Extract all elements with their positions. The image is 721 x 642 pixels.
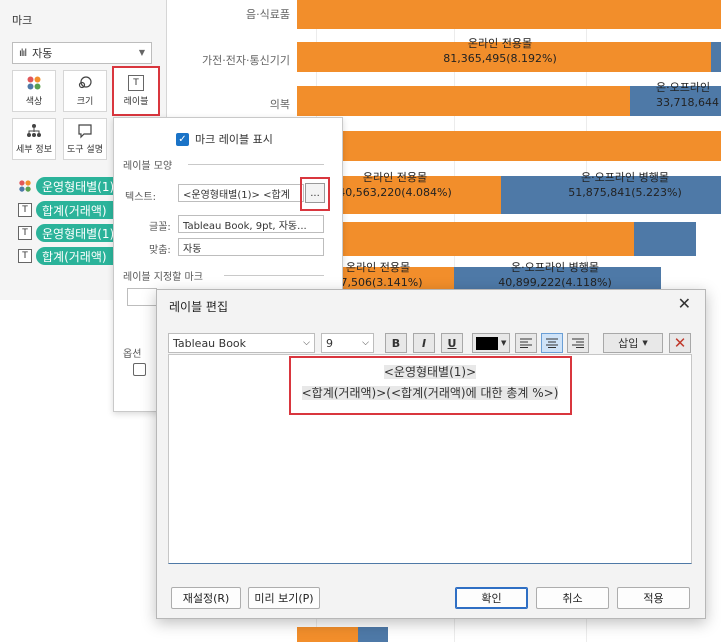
align-select[interactable]: 자동 <box>178 238 324 256</box>
color-icon <box>27 76 41 90</box>
bar-label-row7-online: 온라인 전용몰 97,506(3.141%) <box>333 261 423 289</box>
bar-electronics-offline[interactable] <box>711 42 721 72</box>
text-t-icon: T <box>18 203 32 217</box>
color-button-label: 색상 <box>25 97 43 107</box>
text-field[interactable]: <운영형태별(1)> <합계 <box>178 184 304 202</box>
mark-type-select[interactable]: ılıl 자동 ▼ <box>12 42 152 64</box>
editor-line-2: <합계(거래액)>(<합계(거래액)에 대한 총계 %>) <box>169 384 691 401</box>
font-select-value: Tableau Book, 9pt, 자동... <box>183 220 307 232</box>
field-token-percent: (<합계(거래액)에 대한 총계 %>) <box>386 386 559 400</box>
bar-label-clothing-offline: 온·오프라인 33,718,644 <box>656 81 719 109</box>
chevron-down-icon: ⌵ <box>303 338 310 348</box>
bar-label-row7-offline: 온·오프라인 병행몰 40,899,222(4.118%) <box>498 261 612 289</box>
bar-chart-icon: ılıl <box>19 47 27 59</box>
align-right-button[interactable] <box>567 333 589 353</box>
detail-icon <box>27 124 41 137</box>
bold-button[interactable]: B <box>385 333 407 353</box>
size-button-label: 크기 <box>76 97 94 107</box>
text-color-picker[interactable]: ▼ <box>472 333 510 353</box>
row-label-clothing: 의복 <box>269 98 290 111</box>
size-button[interactable]: 크기 <box>63 70 107 112</box>
color-swatch <box>476 336 498 350</box>
appearance-heading: 레이블 모양 <box>123 161 173 172</box>
color-button[interactable]: 색상 <box>12 70 56 112</box>
insert-button[interactable]: 삽입 ▼ <box>603 333 663 353</box>
ok-button[interactable]: 확인 <box>455 587 528 609</box>
options-checkbox[interactable] <box>133 363 146 376</box>
edit-label-dialog: 레이블 편집 ✕ Tableau Book ⌵ 9 ⌵ B I U ▼ 삽입 ▼… <box>156 289 706 619</box>
close-icon[interactable]: ✕ <box>678 294 691 313</box>
preview-button[interactable]: 미리 보기(P) <box>248 587 320 609</box>
bar-clothing-online[interactable] <box>297 86 630 116</box>
marks-title: 마크 <box>12 14 33 27</box>
label-button[interactable]: T 레이블 <box>112 66 160 116</box>
font-size-value: 9 <box>326 336 333 350</box>
bar-label-row5-online: 온라인 전용몰 40,563,220(4.084%) <box>338 171 452 199</box>
marks-to-label-select[interactable] <box>127 288 157 306</box>
bar-food-online[interactable] <box>297 0 721 29</box>
underline-button[interactable]: U <box>441 333 463 353</box>
italic-button[interactable]: I <box>413 333 435 353</box>
align-right-icon <box>572 338 584 348</box>
tooltip-button[interactable]: 도구 설명 <box>63 118 107 160</box>
bar-row6-online[interactable] <box>340 222 634 256</box>
apply-button[interactable]: 적용 <box>617 587 690 609</box>
chevron-down-icon: ▼ <box>642 339 648 347</box>
chevron-down-icon: ⌵ <box>362 338 369 348</box>
font-size-select[interactable]: 9 ⌵ <box>321 333 374 353</box>
reset-button[interactable]: 재설정(R) <box>171 587 241 609</box>
dialog-title: 레이블 편집 <box>169 300 229 314</box>
align-left-button[interactable] <box>515 333 537 353</box>
align-field-label: 맞춤: <box>149 245 171 256</box>
size-icon <box>78 76 92 89</box>
text-t-icon: T <box>18 226 32 240</box>
text-field-label: 텍스트: <box>125 192 156 203</box>
detail-button-label: 세부 정보 <box>16 145 52 155</box>
align-select-value: 자동 <box>183 243 202 255</box>
bar-label-electronics-online: 온라인 전용몰 81,365,495(8.192%) <box>443 37 557 65</box>
align-center-icon <box>546 338 558 348</box>
bar-label-row5-offline: 온·오프라인 병행몰 51,875,841(5.223%) <box>568 171 682 199</box>
font-family-value: Tableau Book <box>173 336 247 350</box>
editor-line-1: <운영형태별(1)> <box>169 363 691 380</box>
bar-row4-online[interactable] <box>340 131 721 161</box>
bar-row6-offline[interactable] <box>634 222 696 256</box>
tooltip-button-label: 도구 설명 <box>67 145 103 155</box>
mark-type-value: 자동 <box>32 47 53 60</box>
show-labels-text: 마크 레이블 표시 <box>195 133 273 146</box>
edit-text-button[interactable]: ... <box>305 183 325 203</box>
appearance-divider <box>188 164 324 165</box>
field-token-measure: <합계(거래액)> <box>301 386 387 400</box>
cancel-button[interactable]: 취소 <box>536 587 609 609</box>
align-center-button[interactable] <box>541 333 563 353</box>
detail-button[interactable]: 세부 정보 <box>12 118 56 160</box>
clear-x-icon[interactable]: ✕ <box>669 333 691 353</box>
bar-bottom-offline[interactable] <box>358 627 388 642</box>
marks-to-label-heading: 레이블 지정할 마크 <box>123 272 203 283</box>
color-icon <box>19 180 31 192</box>
font-select[interactable]: Tableau Book, 9pt, 자동... <box>178 215 324 233</box>
bar-bottom-online[interactable] <box>297 627 358 642</box>
font-family-select[interactable]: Tableau Book ⌵ <box>168 333 315 353</box>
row-label-food: 음·식료품 <box>246 8 290 21</box>
insert-button-label: 삽입 <box>618 337 639 350</box>
chevron-down-icon: ▼ <box>501 339 507 347</box>
font-field-label: 글꼴: <box>149 222 171 233</box>
show-labels-checkbox[interactable]: ✓ <box>176 132 189 146</box>
label-text-editor[interactable]: <운영형태별(1)> <합계(거래액)>(<합계(거래액)에 대한 총계 %>) <box>168 354 692 564</box>
text-t-icon: T <box>18 249 32 263</box>
field-token-dimension: <운영형태별(1)> <box>383 365 477 379</box>
marks-to-label-divider <box>224 275 324 276</box>
label-button-label: 레이블 <box>123 97 149 107</box>
text-t-icon: T <box>128 75 144 91</box>
row-label-electronics: 가전·전자·통신기기 <box>202 54 290 67</box>
options-heading: 옵션 <box>123 349 142 360</box>
align-left-icon <box>520 338 532 348</box>
show-labels-row[interactable]: ✓ 마크 레이블 표시 <box>176 131 273 147</box>
tooltip-icon <box>78 124 92 139</box>
chevron-down-icon: ▼ <box>138 48 145 57</box>
